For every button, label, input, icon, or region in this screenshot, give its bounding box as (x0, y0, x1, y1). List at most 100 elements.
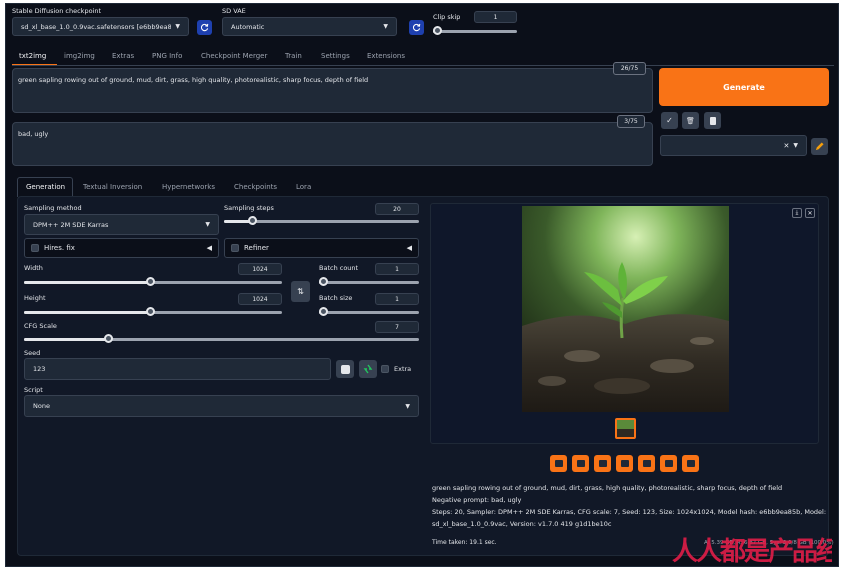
extra-checkbox[interactable] (381, 365, 389, 373)
refresh-checkpoint-button[interactable] (197, 20, 212, 35)
sampling-method-dropdown[interactable]: DPM++ 2M SDE Karras ▼ (24, 214, 219, 235)
swap-dimensions-button[interactable]: ⇅ (291, 281, 310, 302)
subtab-generation[interactable]: Generation (26, 183, 65, 191)
tab-divider (12, 65, 834, 66)
batch-count-slider[interactable] (319, 276, 419, 288)
prompt-token-counter: 26/75 (613, 62, 646, 75)
send-to-img2img-button[interactable] (616, 455, 633, 472)
slider-thumb[interactable] (319, 277, 328, 286)
checkpoint-dropdown[interactable]: sd_xl_base_1.0_0.9vac.safetensors [e6bb9… (12, 17, 189, 36)
tab-extras[interactable]: Extras (112, 52, 134, 60)
vae-dropdown[interactable]: Automatic ▼ (222, 17, 397, 36)
image-thumbnail[interactable] (615, 418, 636, 439)
slider-thumb[interactable] (433, 26, 442, 35)
width-input[interactable]: 1024 (238, 263, 282, 275)
reuse-seed-button[interactable] (359, 360, 377, 378)
edit-styles-button[interactable] (811, 138, 828, 155)
negative-token-counter: 3/75 (617, 115, 645, 128)
image-icon (620, 460, 629, 467)
extra-seed-toggle[interactable]: Extra (381, 365, 411, 373)
sampling-steps-label: Sampling steps (224, 204, 274, 212)
pencil-icon (815, 142, 824, 151)
prompt-input[interactable]: green sapling rowing out of ground, mud,… (12, 68, 653, 113)
height-input[interactable]: 1024 (238, 293, 282, 305)
slider-thumb[interactable] (319, 307, 328, 316)
seed-value: 123 (33, 365, 46, 373)
batch-size-input[interactable]: 1 (375, 293, 419, 305)
random-seed-button[interactable] (336, 360, 354, 378)
generated-image[interactable] (522, 206, 729, 412)
subtab-hypernetworks[interactable]: Hypernetworks (162, 183, 215, 191)
send-to-extras-button[interactable] (660, 455, 677, 472)
time-taken-text: Time taken: 19.1 sec. (432, 539, 497, 546)
apply-style-button[interactable]: ✓ (661, 112, 678, 129)
recycle-icon (363, 364, 373, 374)
clip-skip-slider[interactable] (433, 25, 517, 37)
tab-png-info[interactable]: PNG Info (152, 52, 182, 60)
hires-fix-accordion[interactable]: Hires. fix ◀ (24, 238, 219, 258)
tab-checkpoint-merger[interactable]: Checkpoint Merger (201, 52, 267, 60)
batch-count-input[interactable]: 1 (375, 263, 419, 275)
palette-icon (642, 460, 651, 467)
close-icon[interactable]: ✕ (805, 208, 815, 218)
clip-skip-label: Clip skip (433, 13, 461, 21)
open-folder-button[interactable] (550, 455, 567, 472)
cfg-scale-label: CFG Scale (24, 322, 57, 330)
slider-thumb[interactable] (146, 277, 155, 286)
refiner-checkbox[interactable] (231, 244, 239, 252)
tab-img2img[interactable]: img2img (64, 52, 95, 60)
trash-icon: 🗑 (686, 116, 695, 125)
refresh-vae-button[interactable] (409, 20, 424, 35)
seed-input[interactable]: 123 (24, 358, 331, 380)
download-icon[interactable]: ⤓ (792, 208, 802, 218)
output-params-line1: Steps: 20, Sampler: DPM++ 2M SDE Karras,… (432, 508, 827, 516)
subtab-checkpoints[interactable]: Checkpoints (234, 183, 277, 191)
width-slider[interactable] (24, 276, 282, 288)
batch-size-slider[interactable] (319, 306, 419, 318)
batch-size-label: Batch size (319, 294, 353, 302)
tab-txt2img[interactable]: txt2img (19, 52, 46, 60)
refiner-label: Refiner (244, 244, 269, 252)
batch-count-label: Batch count (319, 264, 359, 272)
watermark-logo: 人人都是产品经理 (672, 531, 832, 575)
slider-thumb[interactable] (248, 216, 257, 225)
styles-dropdown[interactable]: ✕ ▼ (660, 135, 807, 156)
watermark-text: 人人都是产品经理 (672, 537, 832, 567)
tab-extensions[interactable]: Extensions (367, 52, 405, 60)
clip-skip-input[interactable]: 1 (474, 11, 517, 23)
save-button[interactable] (572, 455, 589, 472)
swap-icon: ⇅ (297, 287, 304, 296)
cfg-scale-input[interactable]: 7 (375, 321, 419, 333)
tab-settings[interactable]: Settings (321, 52, 350, 60)
height-slider[interactable] (24, 306, 282, 318)
zip-button[interactable] (594, 455, 611, 472)
ruler-icon (664, 460, 673, 467)
checkpoint-value: sd_xl_base_1.0_0.9vac.safetensors [e6bb9… (21, 22, 172, 31)
script-label: Script (24, 386, 43, 394)
subtab-textual-inversion[interactable]: Textual Inversion (83, 183, 142, 191)
dice-icon (340, 364, 350, 374)
tab-train[interactable]: Train (285, 52, 302, 60)
negative-prompt-input[interactable]: bad, ugly (12, 122, 653, 166)
sampling-steps-input[interactable]: 20 (375, 203, 419, 215)
clear-icon[interactable]: ✕ (784, 142, 790, 150)
sampling-steps-slider[interactable] (224, 215, 419, 227)
webui-app: Stable Diffusion checkpoint sd_xl_base_1… (5, 3, 839, 567)
paste-button[interactable] (704, 112, 721, 129)
height-label: Height (24, 294, 46, 302)
generate-button[interactable]: Generate (659, 68, 829, 106)
slider-thumb[interactable] (146, 307, 155, 316)
slider-thumb[interactable] (104, 334, 113, 343)
clear-prompt-button[interactable]: 🗑 (682, 112, 699, 129)
sampling-method-label: Sampling method (24, 204, 82, 212)
script-dropdown[interactable]: None ▼ (24, 395, 419, 417)
vae-value: Automatic (231, 22, 265, 31)
refiner-accordion[interactable]: Refiner ◀ (224, 238, 419, 258)
upscale-button[interactable] (682, 455, 699, 472)
hires-fix-checkbox[interactable] (31, 244, 39, 252)
cfg-scale-slider[interactable] (24, 333, 419, 345)
vae-label: SD VAE (222, 7, 246, 15)
send-to-inpaint-button[interactable] (638, 455, 655, 472)
hires-fix-label: Hires. fix (44, 244, 75, 252)
subtab-lora[interactable]: Lora (296, 183, 311, 191)
